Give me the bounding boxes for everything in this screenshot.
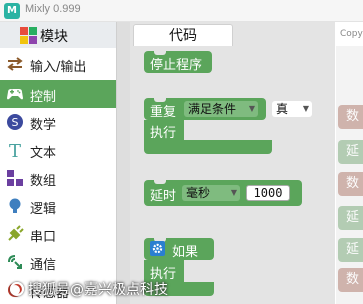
workspace-block[interactable]: 延 [338, 206, 363, 230]
if-block[interactable]: 如果 [144, 238, 214, 260]
puzzle-icon [20, 27, 37, 44]
stop-program-block[interactable]: 停止程序 [144, 51, 212, 73]
app-logo-icon: M [4, 3, 20, 19]
delay-block[interactable]: 延时 毫秒 ▼ 1000 [144, 180, 302, 206]
plug-icon [8, 225, 24, 241]
bulb-icon [9, 198, 21, 213]
sidebar-item-label: 输入/输出 [30, 60, 87, 75]
gamepad-icon [7, 89, 23, 100]
chevron-down-icon: ▼ [230, 188, 237, 197]
svg-text:T: T [9, 141, 21, 159]
repeat-mode-dropdown[interactable]: 满足条件 ▼ [184, 101, 258, 117]
repeat-block-bottom [144, 140, 272, 154]
watermark-label: 搜狐号@嘉兴极点科技 [28, 282, 168, 298]
delay-unit-dropdown[interactable]: 毫秒 ▼ [182, 185, 240, 201]
sidebar-item-label: 通信 [30, 258, 57, 273]
title-bar: M Mixly 0.999 [0, 0, 363, 22]
sidebar-splitter[interactable] [116, 22, 130, 304]
comm-icon [8, 255, 22, 269]
sidebar-item-serial[interactable]: 串口 [0, 220, 118, 248]
io-arrows-icon [7, 57, 23, 71]
sidebar-item-label: 文本 [30, 146, 57, 161]
sidebar-item-control[interactable]: 控制 [0, 80, 118, 108]
delay-label: 延时 [150, 189, 177, 204]
repeat-block[interactable]: 重复 满足条件 ▼ [144, 98, 266, 120]
stop-program-label: 停止程序 [150, 58, 203, 73]
sidebar-item-label: 串口 [30, 230, 57, 245]
gear-icon[interactable] [150, 241, 165, 256]
sidebar-item-label: 控制 [30, 90, 57, 105]
sidebar-item-math[interactable]: S 数学 [0, 108, 118, 136]
repeat-mode-value: 满足条件 [188, 102, 237, 116]
sidebar-item-comm[interactable]: 通信 [0, 248, 118, 276]
math-icon: S [7, 114, 23, 130]
repeat-do-label: 执行 [150, 126, 177, 141]
repeat-do-row: 执行 [144, 120, 184, 141]
text-t-icon: T [9, 141, 21, 159]
chevron-down-icon: ▼ [302, 104, 309, 113]
workspace-block[interactable]: 数 [338, 172, 363, 196]
workspace-block[interactable]: 延 [338, 238, 363, 262]
chevron-down-icon: ▼ [248, 104, 255, 113]
if-label: 如果 [172, 245, 199, 260]
sidebar-header: 模块 [0, 22, 118, 48]
category-sidebar: 模块 输入/输出 控制 S 数学 T 文本 数组 逻辑 串口 通信 传感器 [0, 22, 118, 304]
condition-value: 真 [276, 102, 289, 116]
block-notch [154, 180, 166, 184]
sidebar-item-label: 数学 [30, 118, 57, 133]
delay-unit-value: 毫秒 [186, 186, 211, 200]
tab-copy[interactable]: Copy [336, 24, 363, 46]
sidebar-item-logic[interactable]: 逻辑 [0, 192, 118, 220]
sidebar-item-io[interactable]: 输入/输出 [0, 50, 118, 78]
sidebar-item-label: 数组 [30, 174, 57, 189]
window-title: Mixly 0.999 [25, 3, 81, 15]
condition-true-dropdown[interactable]: 真 ▼ [272, 101, 312, 117]
delay-value-input[interactable]: 1000 [246, 185, 290, 201]
workspace-block[interactable]: 数 [338, 268, 363, 292]
workspace-block[interactable]: 数 [338, 105, 363, 129]
watermark-text: 搜狐号@嘉兴极点科技 [10, 279, 168, 299]
tab-code[interactable]: 代码 [133, 24, 233, 46]
sidebar-item-label: 逻辑 [30, 202, 57, 217]
watermark-logo-icon [10, 282, 24, 296]
repeat-label: 重复 [150, 105, 177, 120]
sidebar-item-text[interactable]: T 文本 [0, 136, 118, 164]
sidebar-item-array[interactable]: 数组 [0, 164, 118, 192]
workspace-block[interactable]: 延 [338, 140, 363, 164]
svg-text:S: S [12, 116, 19, 129]
sidebar-header-label: 模块 [40, 29, 68, 45]
array-blocks-icon [7, 170, 23, 186]
